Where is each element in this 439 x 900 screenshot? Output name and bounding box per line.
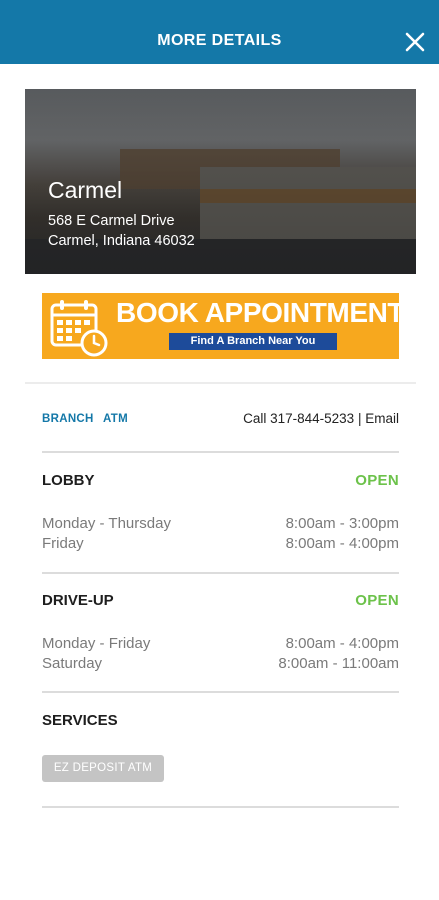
branch-hero-image: Carmel 568 E Carmel Drive Carmel, Indian… [25,89,416,274]
lobby-status: OPEN [355,472,399,489]
drive-up-hours-1: 8:00am - 4:00pm [285,635,399,652]
contact-separator: | [357,411,362,426]
divider [42,451,399,453]
contact-row: Call 317-844-5233 | Email [243,411,399,426]
services-title: SERVICES [42,712,118,729]
lobby-days-2: Friday [42,535,84,552]
branch-address-line2: Carmel, Indiana 46032 [48,233,195,249]
calendar-clock-icon [50,300,108,357]
banner-subtitle: Find A Branch Near You [169,333,337,350]
lobby-hours-1: 8:00am - 3:00pm [285,515,399,532]
banner-title: BOOK APPOINTMENT [116,297,405,328]
lobby-title: LOBBY [42,472,95,489]
section-separator [25,382,416,384]
drive-up-status: OPEN [355,592,399,609]
book-appointment-banner[interactable]: BOOK APPOINTMENT Find A Branch Near You [42,293,405,359]
tab-atm[interactable]: ATM [103,413,128,425]
divider [42,572,399,574]
divider [42,691,399,693]
drive-up-hours-2: 8:00am - 11:00am [278,655,399,672]
branch-address-line1: 568 E Carmel Drive [48,213,175,229]
lobby-days-1: Monday - Thursday [42,515,171,532]
close-icon[interactable] [403,30,427,54]
service-chip: EZ DEPOSIT ATM [42,755,164,782]
email-link[interactable]: Email [365,411,399,426]
call-link[interactable]: Call 317-844-5233 [243,411,354,426]
tab-branch[interactable]: BRANCH [42,413,94,425]
header-bar: MORE DETAILS [0,0,439,64]
branch-name: Carmel [48,177,123,203]
drive-up-days-2: Saturday [42,655,103,672]
drive-up-days-1: Monday - Friday [42,635,151,652]
page-title: MORE DETAILS [157,32,282,49]
lobby-hours-2: 8:00am - 4:00pm [285,535,399,552]
drive-up-title: DRIVE-UP [42,592,114,609]
divider [42,806,399,808]
